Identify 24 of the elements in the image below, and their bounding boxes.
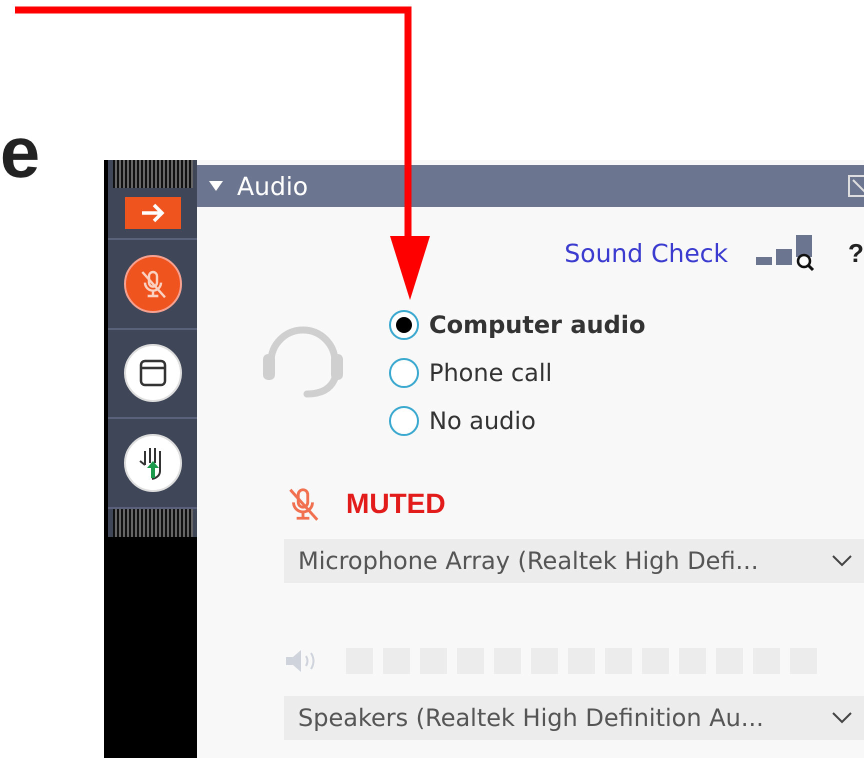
help-icon[interactable]: ?	[848, 238, 864, 268]
radio-circle[interactable]	[389, 406, 419, 436]
speaker-dropdown[interactable]: Speakers (Realtek High Definition Au...	[284, 696, 864, 740]
audio-option-radio[interactable]: Phone call	[389, 358, 646, 388]
arrow-right-icon	[140, 202, 166, 223]
microphone-dropdown[interactable]: Microphone Array (Realtek High Defi...	[284, 539, 864, 583]
audio-option-radio[interactable]: No audio	[389, 406, 646, 436]
speaker-name: Speakers (Realtek High Definition Au...	[298, 704, 764, 732]
panel-title: Audio	[237, 172, 308, 200]
window-icon	[138, 358, 168, 388]
chevron-down-icon	[832, 555, 852, 567]
sound-check-link[interactable]: Sound Check	[564, 238, 728, 268]
slide-title-text: e	[0, 112, 40, 194]
radio-circle[interactable]	[389, 358, 419, 388]
pop-out-icon[interactable]	[848, 175, 864, 197]
microphone-name: Microphone Array (Realtek High Defi...	[298, 547, 758, 575]
share-button[interactable]	[124, 196, 180, 229]
radio-circle[interactable]	[389, 310, 419, 340]
mute-status: MUTED	[346, 488, 446, 520]
chevron-down-icon	[832, 712, 852, 724]
grip-handle[interactable]	[112, 509, 192, 537]
collapse-triangle-icon[interactable]	[209, 180, 223, 192]
audio-option-radio[interactable]: Computer audio	[389, 310, 646, 340]
grip-handle[interactable]	[112, 160, 192, 188]
